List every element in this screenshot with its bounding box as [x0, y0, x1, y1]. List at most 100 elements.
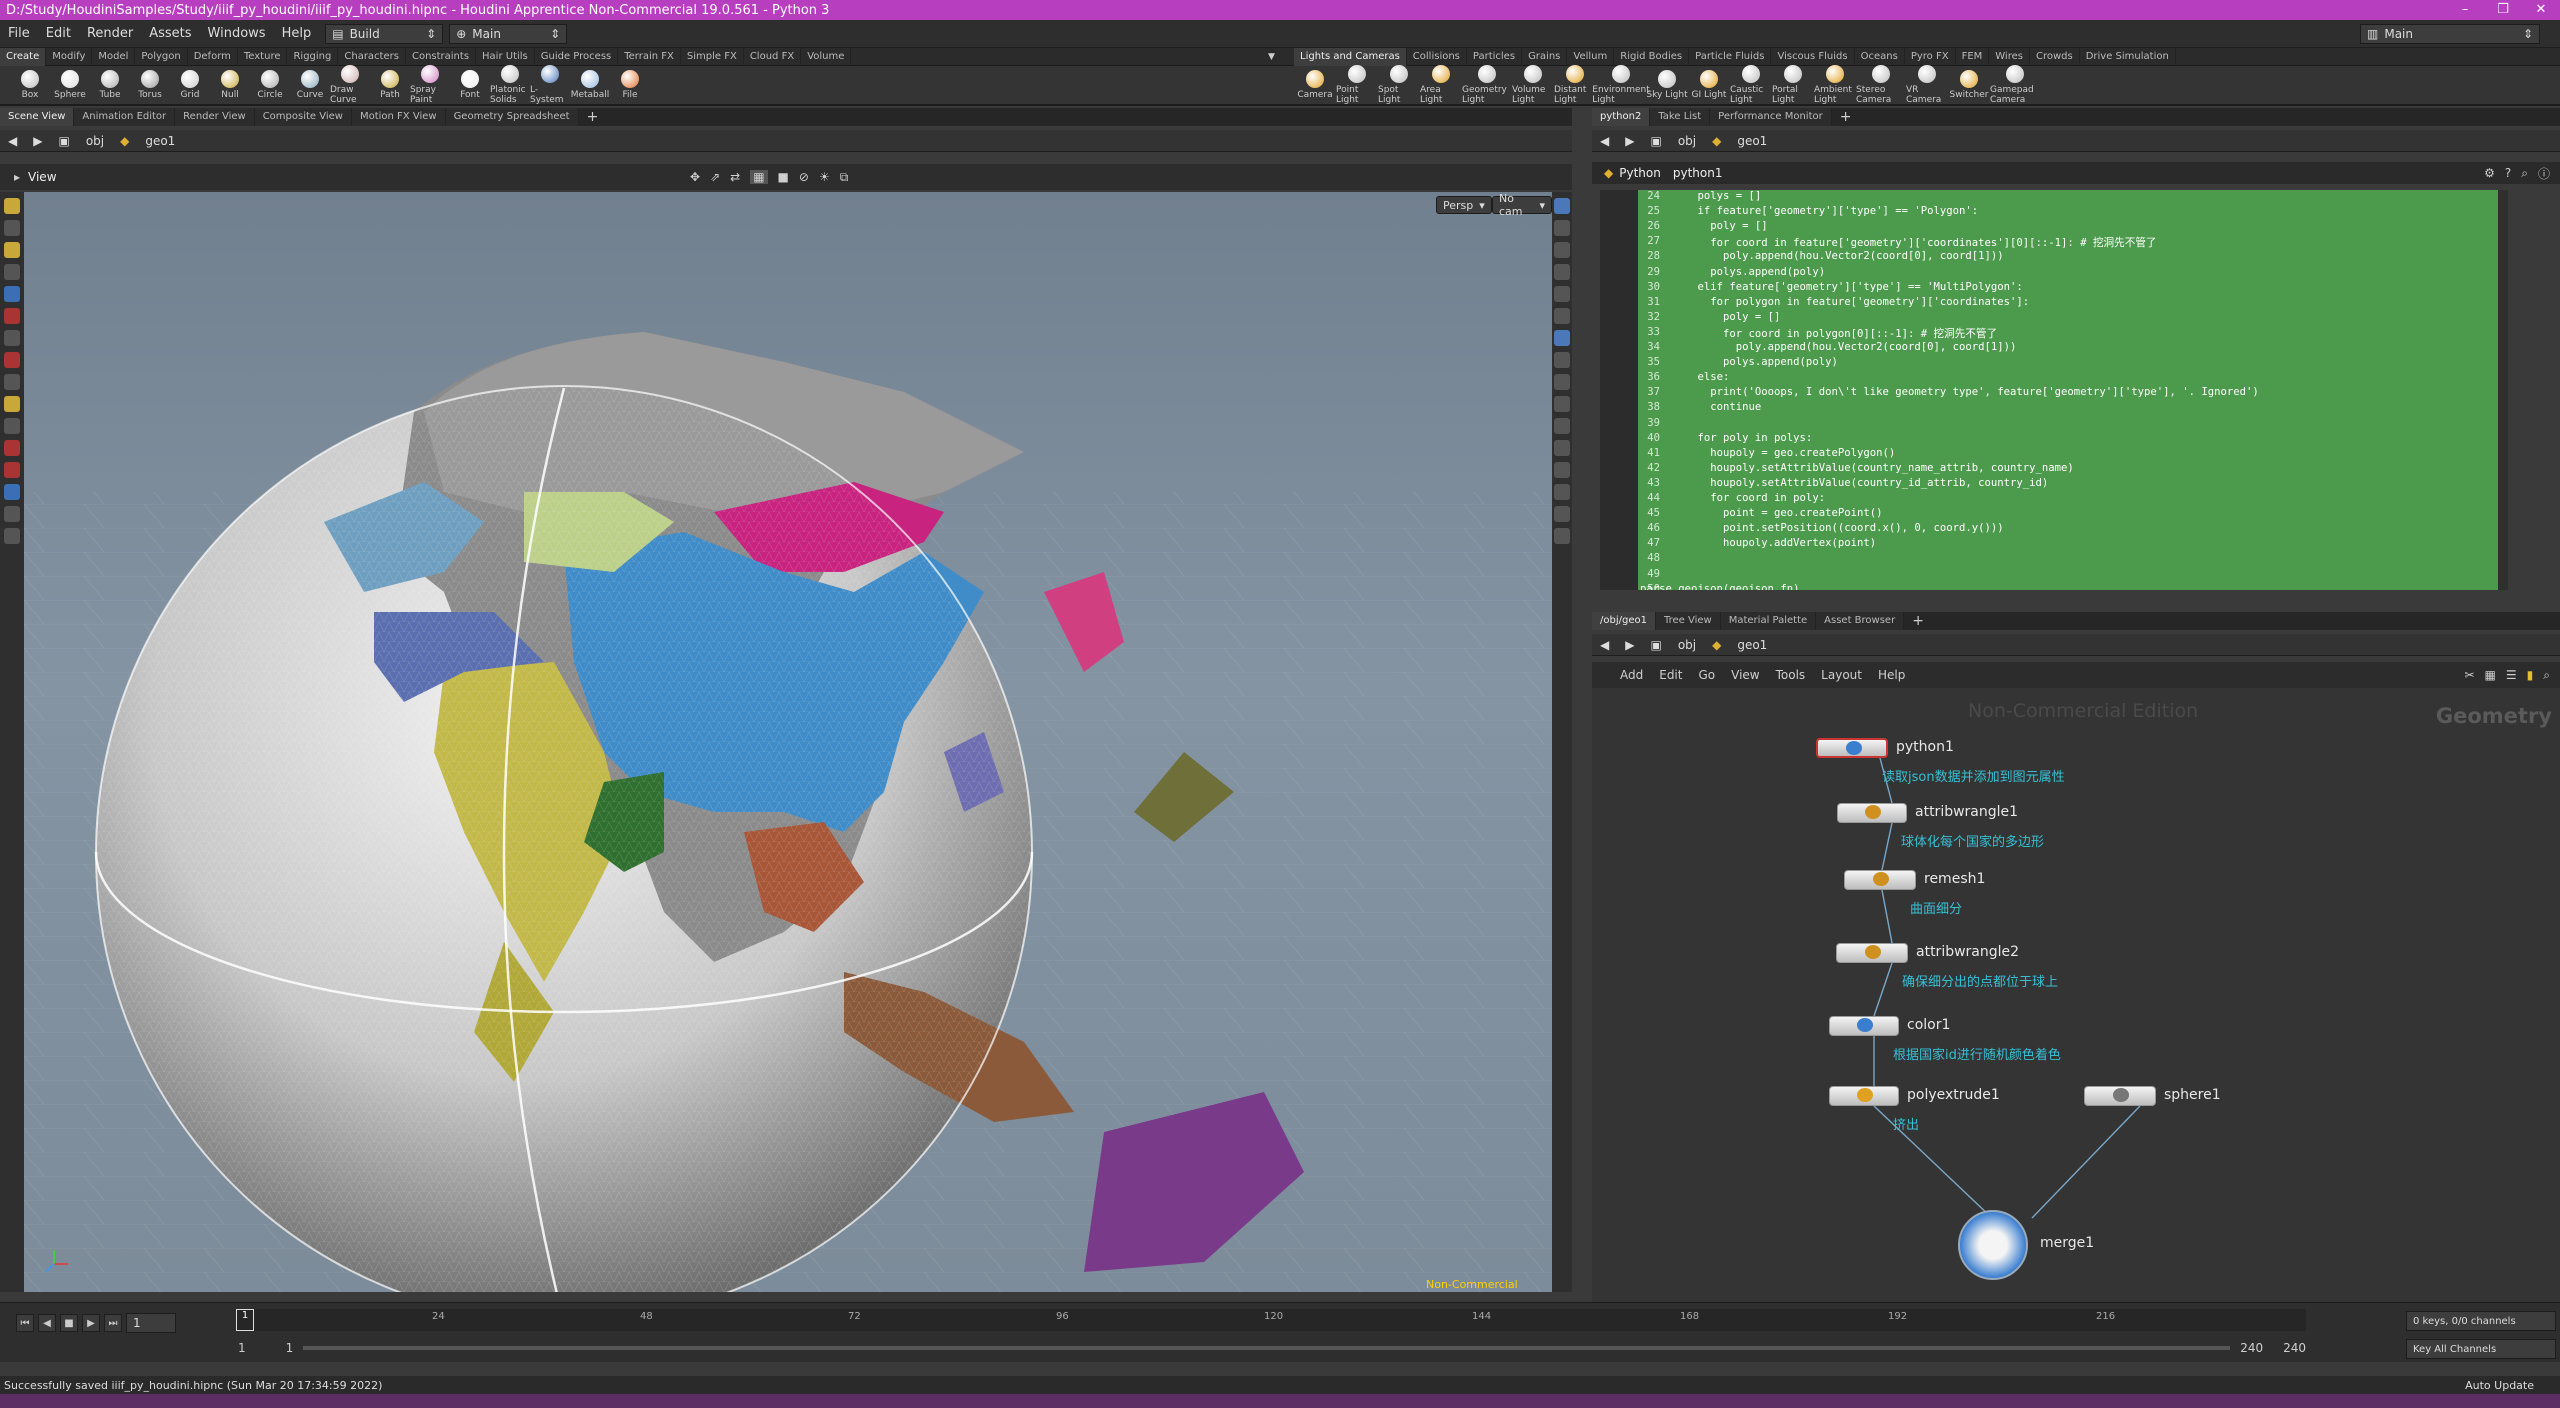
auto-update-button[interactable]: Auto Update	[2465, 1379, 2534, 1392]
selection-icon[interactable]	[1554, 506, 1570, 522]
tool-grid[interactable]: Grid	[170, 70, 210, 100]
shelf-tab-constraints[interactable]: Constraints	[406, 47, 477, 66]
tool-ambient-light[interactable]: Ambient Light	[1814, 65, 1856, 105]
move-tool-icon[interactable]	[4, 264, 20, 280]
path-geo1[interactable]: geo1	[1729, 638, 1775, 652]
shelf-tab-oceans[interactable]: Oceans	[1855, 47, 1905, 66]
network-menu-tools[interactable]: Tools	[1768, 668, 1814, 682]
tool-l-system[interactable]: L-System	[530, 65, 570, 105]
forward-arrow-icon[interactable]: ▶	[25, 134, 50, 148]
tool-circle[interactable]: Circle	[250, 70, 290, 100]
network-menu-view[interactable]: View	[1723, 668, 1767, 682]
shelf-tab-fem[interactable]: FEM	[1956, 47, 1990, 66]
minimize-icon[interactable]: –	[2446, 0, 2484, 20]
vertex-icon[interactable]	[1554, 418, 1570, 434]
node-attribwrangle1[interactable]	[1837, 803, 1907, 823]
shelf-tab-particle-fluids[interactable]: Particle Fluids	[1689, 47, 1772, 66]
back-arrow-icon[interactable]: ◀	[1592, 134, 1617, 148]
tool-sky-light[interactable]: Sky Light	[1646, 70, 1688, 100]
frame-icon[interactable]	[1554, 264, 1570, 280]
zoom-tool-icon[interactable]	[4, 418, 20, 434]
magnet-icon[interactable]	[4, 352, 20, 368]
node-polyextrude1[interactable]	[1829, 1086, 1899, 1106]
tool-null[interactable]: Null	[210, 70, 250, 100]
shelf-tab-pyro-fx[interactable]: Pyro FX	[1905, 47, 1956, 66]
shelf-tab-viscous-fluids[interactable]: Viscous Fluids	[1771, 47, 1855, 66]
playback-end[interactable]: 240	[2240, 1341, 2263, 1355]
frame-input[interactable]: 1	[126, 1313, 176, 1333]
pose-tool-icon[interactable]	[4, 242, 20, 258]
wireframe-icon[interactable]: ▦	[750, 170, 768, 184]
shelf-tab-characters[interactable]: Characters	[338, 47, 406, 66]
tool-spot-light[interactable]: Spot Light	[1378, 65, 1420, 105]
tool-portal-light[interactable]: Portal Light	[1772, 65, 1814, 105]
menu-render[interactable]: Render	[79, 26, 141, 41]
node-sphere1[interactable]	[2084, 1086, 2156, 1106]
python-code-editor[interactable]: 24 polys = [] 25 if feature['geometry']['…	[1638, 190, 2498, 590]
info-icon[interactable]: ⓘ	[2538, 165, 2550, 182]
tab-motion-fx-view[interactable]: Motion FX View	[351, 108, 446, 126]
menu-edit[interactable]: Edit	[38, 26, 79, 41]
shelf-tab-volume[interactable]: Volume	[801, 47, 852, 66]
maximize-icon[interactable]: ❐	[2484, 0, 2522, 20]
tab-tree-view[interactable]: Tree View	[1655, 612, 1721, 630]
tool-platonic-solids[interactable]: Platonic Solids	[490, 65, 530, 105]
network-menu-go[interactable]: Go	[1690, 668, 1723, 682]
shelf-tab-simple-fx[interactable]: Simple FX	[681, 47, 744, 66]
keys-readout[interactable]: 0 keys, 0/0 channels	[2406, 1311, 2556, 1331]
key-all-channels-button[interactable]: Key All Channels	[2406, 1339, 2556, 1359]
shelf-tab-collisions[interactable]: Collisions	[1407, 47, 1467, 66]
menu-file[interactable]: File	[0, 26, 38, 41]
jump-end-icon[interactable]: ⏭	[104, 1314, 122, 1332]
scene-viewport[interactable]: Persp ▾ No cam ▾ Non-Commercial Edition	[24, 192, 1552, 1292]
lock-icon[interactable]	[4, 286, 20, 302]
list-icon[interactable]: ☰	[2506, 668, 2517, 682]
wire-icon[interactable]	[4, 484, 20, 500]
shelf-tab-model[interactable]: Model	[92, 47, 136, 66]
range-start[interactable]: 1	[238, 1341, 246, 1355]
path-geo1[interactable]: geo1	[1729, 134, 1775, 148]
node-python1[interactable]	[1816, 738, 1888, 758]
lock-camera-icon[interactable]	[1554, 242, 1570, 258]
playhead[interactable]: 1	[236, 1309, 254, 1331]
stop-icon[interactable]: ■	[60, 1314, 78, 1332]
shelf-tab-cloud-fx[interactable]: Cloud FX	[744, 47, 802, 66]
shelf-tab-create[interactable]: Create	[0, 47, 47, 66]
range-end[interactable]: 240	[2283, 1341, 2306, 1355]
add-tab-icon[interactable]: +	[587, 109, 599, 125]
shelf-tab-crowds[interactable]: Crowds	[2030, 47, 2080, 66]
point-display-icon[interactable]	[1554, 330, 1570, 346]
network-editor[interactable]: Non-Commercial Edition Geometry python1 读…	[1592, 688, 2560, 1302]
step-back-icon[interactable]: ◀	[38, 1314, 56, 1332]
shelf-tab-rigging[interactable]: Rigging	[287, 47, 339, 66]
tab-geometry-spreadsheet[interactable]: Geometry Spreadsheet	[445, 108, 579, 126]
select-mode-icon[interactable]: ⇗	[710, 170, 720, 184]
forward-arrow-icon[interactable]: ▶	[1617, 134, 1642, 148]
play-icon[interactable]: ▶	[82, 1314, 100, 1332]
select-tool-icon[interactable]	[4, 198, 20, 214]
range-bar[interactable]	[303, 1346, 2231, 1350]
tool-point-light[interactable]: Point Light	[1336, 65, 1378, 105]
shelf-menu-arrow[interactable]: ▼	[1268, 52, 1275, 62]
viewport-menu-icon[interactable]: ▸	[14, 170, 20, 184]
tab-take-list[interactable]: Take List	[1650, 108, 1711, 126]
tool-environment-light[interactable]: Environment Light	[1592, 65, 1650, 105]
network-menu-add[interactable]: Add	[1612, 668, 1651, 682]
node-attribwrangle2[interactable]	[1836, 943, 1908, 963]
tab-performance-monitor[interactable]: Performance Monitor	[1710, 108, 1832, 126]
playback-start[interactable]: 1	[286, 1341, 294, 1355]
tool-sphere[interactable]: Sphere	[50, 70, 90, 100]
path-obj[interactable]: obj	[1670, 638, 1704, 652]
node-remesh1[interactable]	[1844, 870, 1916, 890]
brush-icon[interactable]	[4, 374, 20, 390]
rotate-tool-icon[interactable]	[4, 308, 20, 324]
view-tool-icon[interactable]	[4, 396, 20, 412]
transform-icon[interactable]: ⇄	[730, 170, 740, 184]
template-icon[interactable]	[1554, 484, 1570, 500]
shelf-tab-rigid-bodies[interactable]: Rigid Bodies	[1614, 47, 1690, 66]
close-icon[interactable]: ✕	[2522, 0, 2560, 20]
tool-curve[interactable]: Curve	[290, 70, 330, 100]
search-icon[interactable]: ⌕	[2521, 166, 2528, 181]
snapping-icon[interactable]: ✥	[690, 170, 700, 184]
forward-arrow-icon[interactable]: ▶	[1617, 638, 1642, 652]
